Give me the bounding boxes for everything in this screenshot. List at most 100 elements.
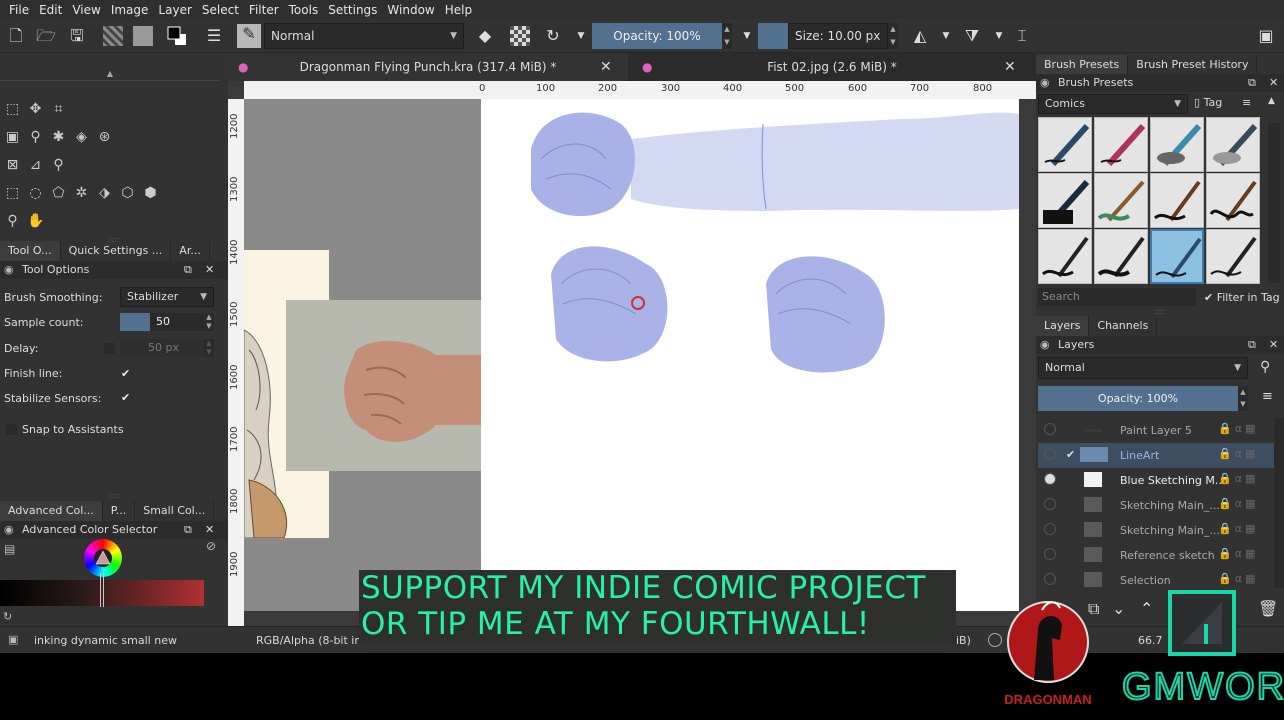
tab-tool-options[interactable]: Tool O... [0,241,61,261]
visibility-icon[interactable] [1044,448,1056,460]
ellipse-select-icon[interactable]: ◌ [27,185,44,202]
chevron-down-icon[interactable]: ▼ [571,26,591,46]
menu-file[interactable]: File [4,3,34,17]
brush-preset-4[interactable] [1206,117,1260,172]
brush-preset-9[interactable] [1038,229,1092,284]
gradient-tool-icon[interactable]: ⊛ [96,129,113,146]
save-icon[interactable]: 🖫 [67,26,87,46]
size-slider[interactable]: Size: 10.00 px [788,23,888,49]
visibility-icon[interactable] [1044,523,1056,535]
visibility-icon[interactable] [1044,498,1056,510]
tab-brush-presets[interactable]: Brush Presets [1036,55,1129,75]
sample-count-input[interactable]: 50 [150,313,204,331]
layer-row[interactable]: Sketching Main_... 🔒α▦ [1038,493,1284,518]
visibility-icon[interactable] [1044,473,1056,485]
color-slider-handle[interactable] [100,573,104,607]
preset-tag-select[interactable]: Comics ▼ [1038,94,1188,114]
brush-preset-icon[interactable]: ✎ [237,24,261,48]
layer-lock-icons[interactable]: 🔒α▦ [1218,497,1258,510]
preset-scroll-up[interactable]: ▲ [1268,96,1275,106]
brush-preset-3[interactable] [1150,117,1204,172]
menu-settings[interactable]: Settings [323,3,382,17]
mirror-vertical-icon[interactable]: ⧩ [962,26,982,46]
tab-small-color[interactable]: Small Col... [135,501,215,521]
color-picker-icon[interactable]: ⚲ [27,129,44,146]
magic-wand-icon[interactable]: ✲ [73,185,90,202]
dock-splitter-2[interactable]: :::: [0,491,228,500]
visibility-icon[interactable] [1044,573,1056,585]
mirror-horizontal-icon[interactable]: ◭ [910,26,930,46]
reload-preset-icon[interactable]: ↻ [543,26,563,46]
close-icon[interactable]: ✕ [205,521,214,539]
close-icon[interactable]: ✕ [1269,74,1278,92]
delay-spinner[interactable]: ▲ ▼ [204,339,214,357]
layer-lock-icons[interactable]: 🔒α▦ [1218,522,1258,535]
eraser-icon[interactable]: ◆ [475,26,495,46]
layer-lock-icons[interactable]: 🔒α▦ [1218,547,1258,560]
brush-preset-12[interactable] [1206,229,1260,284]
finish-line-checkbox[interactable]: ✔ [121,367,130,380]
snap-checkbox[interactable] [6,424,17,435]
visibility-icon[interactable] [1044,423,1056,435]
preset-scrollbar[interactable] [1268,123,1280,283]
filter-in-tag-checkbox[interactable]: ✔ Filter in Tag [1204,291,1280,304]
tab-layers[interactable]: Layers [1036,316,1090,336]
bezier-select-icon[interactable]: ⬡ [119,185,136,202]
brush-preset-7[interactable] [1150,173,1204,228]
menu-image[interactable]: Image [106,3,154,17]
tab-palette[interactable]: P... [103,501,136,521]
layer-opacity-slider[interactable]: Opacity: 100% [1038,386,1238,411]
tab-fist-document[interactable]: ● Fist 02.jpg (2.6 MiB) * ✕ [632,53,1032,81]
visibility-icon[interactable] [1044,548,1056,560]
float-icon[interactable]: ⧉ [184,261,192,279]
close-icon[interactable]: ✕ [205,261,214,279]
brush-preset-11-selected[interactable] [1150,229,1204,284]
canvas-area[interactable]: 0 100 200 300 400 500 600 700 800 1200 1… [228,81,1036,626]
menu-view[interactable]: View [67,3,105,17]
brush-settings-icon[interactable]: ☰ [204,26,224,46]
chevron-down-icon[interactable]: ▼ [936,26,956,46]
layer-row-selected[interactable]: ✔ LineArt 🔒α▦ [1038,443,1284,468]
brush-preset-8[interactable] [1206,173,1260,228]
delay-input[interactable]: 50 px [120,339,204,357]
layer-filter-icon[interactable]: ⚲ [1260,359,1270,375]
fill-bucket-icon[interactable]: ◈ [73,129,90,146]
close-icon[interactable]: ✕ [600,53,612,81]
close-icon[interactable]: ✕ [1004,53,1016,81]
zoom-icon[interactable]: ⚲ [4,213,21,230]
pan-icon[interactable]: ✋ [27,213,44,230]
similar-select-icon[interactable]: ⬗ [96,185,113,202]
layer-row[interactable]: Reference sketch 🔒α▦ [1038,543,1284,568]
menu-window[interactable]: Window [382,3,439,17]
float-icon[interactable]: ⧉ [1248,336,1256,354]
menu-edit[interactable]: Edit [34,3,67,17]
color-wheel[interactable] [84,539,122,577]
layers-scrollbar[interactable] [1274,418,1284,588]
move-icon[interactable]: ✥ [27,101,44,118]
poly-select-icon[interactable]: ⬠ [50,185,67,202]
tab-channels[interactable]: Channels [1089,316,1158,336]
layer-menu-icon[interactable]: ≡ [1262,389,1273,404]
menu-select[interactable]: Select [197,3,244,17]
color-settings-icon[interactable]: ▤ [4,542,15,556]
close-icon[interactable]: ✕ [1269,336,1278,354]
layer-row[interactable]: Paint Layer 5 🔒α▦ [1038,418,1284,443]
opacity-spinner[interactable]: ▲ ▼ [722,23,732,49]
float-icon[interactable]: ⧉ [184,521,192,539]
delay-checkbox[interactable] [104,343,115,354]
stabilize-sensors-checkbox[interactable]: ✔ [121,391,130,404]
assistant-icon[interactable]: ⊠ [4,157,21,174]
brush-preset-2[interactable] [1094,117,1148,172]
opacity-slider[interactable]: Opacity: 100% [592,23,722,49]
menu-layer[interactable]: Layer [153,3,196,17]
brush-preset-5[interactable] [1038,173,1092,228]
toolbox-collapse-handle[interactable]: ▲ [0,69,220,81]
alpha-lock-icon[interactable] [510,26,530,46]
sample-count-bar[interactable] [120,313,150,331]
layer-lock-icons[interactable]: 🔒α▦ [1218,422,1258,435]
layer-lock-icons[interactable]: 🔒α▦ [1218,472,1258,485]
chevron-down-icon[interactable]: ▼ [989,26,1009,46]
float-icon[interactable]: ⧉ [1248,74,1256,92]
zoom-label[interactable]: 66.7 [1138,634,1163,647]
workspace-icon[interactable]: ▣ [1256,26,1276,46]
